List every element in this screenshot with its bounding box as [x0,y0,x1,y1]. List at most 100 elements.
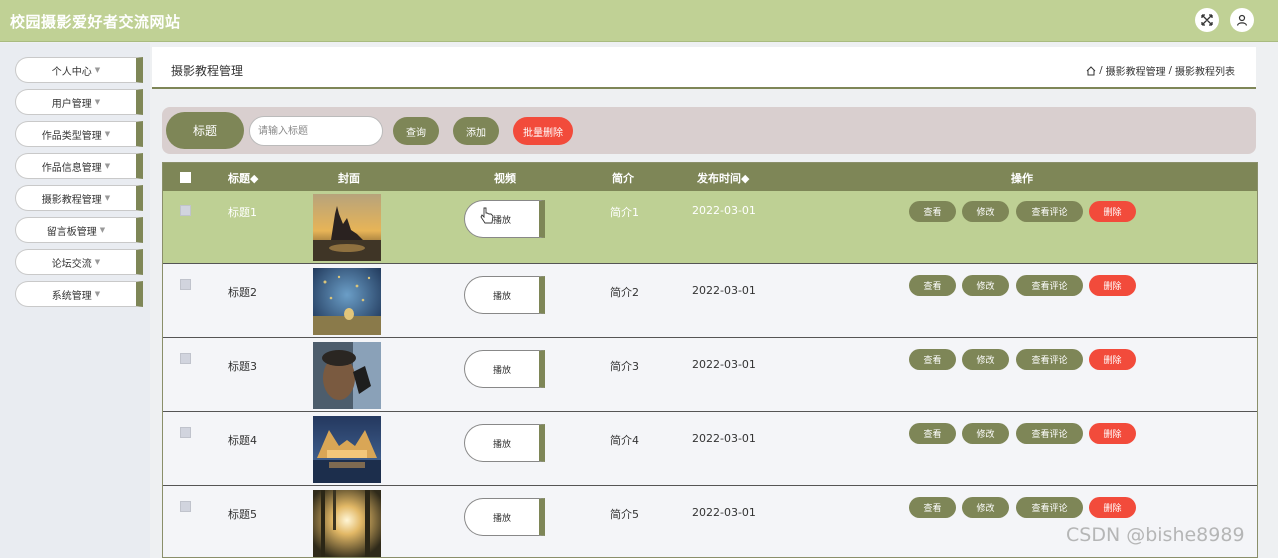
caret-down-icon: ▼ [104,194,111,202]
row-title: 标题2 [228,286,257,299]
row-title: 标题4 [228,434,257,447]
view-button[interactable]: 查看 [909,423,956,444]
caret-down-icon: ▼ [94,290,101,298]
column-date[interactable]: 发布时间◆ [697,170,749,186]
edit-button[interactable]: 修改 [962,497,1009,518]
view-comments-button[interactable]: 查看评论 [1016,497,1083,518]
delete-button[interactable]: 删除 [1089,275,1136,296]
play-button[interactable]: 播放 [464,200,545,238]
view-button[interactable]: 查看 [909,497,956,518]
sidebar-item-work-types[interactable]: 作品类型管理 ▼ [15,121,143,147]
breadcrumb-separator: / [1168,65,1172,76]
row-checkbox[interactable] [180,501,191,512]
row-checkbox[interactable] [180,427,191,438]
watermark: CSDN @bishe8989 [1066,524,1245,546]
edit-button[interactable]: 修改 [962,349,1009,370]
sidebar-item-users[interactable]: 用户管理 ▼ [15,89,143,115]
column-intro: 简介 [612,172,634,185]
search-bar: 标题 查询 添加 批量删除 [162,107,1256,154]
view-button[interactable]: 查看 [909,275,956,296]
play-button[interactable]: 播放 [464,350,545,388]
sidebar-item-label: 系统管理 [51,290,92,302]
caret-down-icon: ▼ [104,162,111,170]
search-input[interactable] [249,116,383,146]
row-date: 2022-03-01 [692,506,756,519]
edit-button[interactable]: 修改 [962,201,1009,222]
breadcrumb-item[interactable]: 摄影教程管理 [1106,63,1166,78]
view-button[interactable]: 查看 [909,349,956,370]
user-icon[interactable] [1230,8,1254,32]
sidebar-item-forum[interactable]: 论坛交流 ▼ [15,249,143,275]
hand-cursor-icon [480,207,494,224]
search-label: 标题 [166,112,244,149]
view-comments-button[interactable]: 查看评论 [1016,349,1083,370]
column-actions: 操作 [1011,172,1033,185]
row-intro: 简介3 [610,360,639,373]
table-row[interactable]: 标题5 播放 简介5 2022-03-01 查看 修改 查看评论 删除 [163,487,1257,557]
sidebar-item-personal-center[interactable]: 个人中心 ▼ [15,57,143,83]
breadcrumb-item: 摄影教程列表 [1175,67,1235,78]
sidebar-item-label: 个人中心 [51,66,92,78]
caret-down-icon: ▼ [94,66,101,74]
row-date: 2022-03-01 [692,432,756,445]
row-date: 2022-03-01 [692,358,756,371]
view-comments-button[interactable]: 查看评论 [1016,423,1083,444]
row-title: 标题3 [228,360,257,373]
cover-image[interactable] [313,416,381,483]
home-icon[interactable] [1086,65,1096,76]
batch-delete-button[interactable]: 批量删除 [513,117,573,145]
caret-down-icon: ▼ [104,130,111,138]
breadcrumb-separator: / [1099,65,1103,76]
delete-button[interactable]: 删除 [1089,497,1136,518]
sidebar-item-tutorials[interactable]: 摄影教程管理 ▼ [15,185,143,211]
cover-image[interactable] [313,342,381,409]
select-all-checkbox[interactable] [180,172,191,183]
delete-button[interactable]: 删除 [1089,423,1136,444]
table-row[interactable]: 标题3 播放 简介3 2022-03-01 查看 修改 查看评论 删除 [163,339,1257,412]
table-row[interactable]: 标题2 播放 简介2 2022-03-01 查看 修改 查看评论 删除 [163,265,1257,338]
top-bar: 校园摄影爱好者交流网站 [0,0,1278,42]
view-comments-button[interactable]: 查看评论 [1016,201,1083,222]
view-comments-button[interactable]: 查看评论 [1016,275,1083,296]
row-title: 标题5 [228,508,257,521]
sidebar-item-label: 摄影教程管理 [41,194,102,206]
column-cover: 封面 [338,172,360,185]
sidebar: 个人中心 ▼ 用户管理 ▼ 作品类型管理 ▼ 作品信息管理 ▼ 摄影教程管理 ▼ 留言板管… [0,43,150,558]
table-header: 标题◆ 封面 视频 简介 发布时间◆ 操作 [163,163,1257,191]
caret-down-icon: ▼ [94,258,101,266]
edit-button[interactable]: 修改 [962,423,1009,444]
cover-image[interactable] [313,490,381,557]
row-date: 2022-03-01 [692,204,756,217]
caret-down-icon: ▼ [99,226,106,234]
sidebar-item-message-board[interactable]: 留言板管理 ▼ [15,217,143,243]
row-checkbox[interactable] [180,205,191,216]
add-button[interactable]: 添加 [453,117,499,145]
play-button[interactable]: 播放 [464,276,545,314]
sidebar-item-label: 用户管理 [51,98,92,110]
play-button[interactable]: 播放 [464,424,545,462]
column-video: 视频 [494,172,516,185]
row-checkbox[interactable] [180,353,191,364]
breadcrumb: / 摄影教程管理 / 摄影教程列表 [1086,63,1235,78]
sidebar-item-system[interactable]: 系统管理 ▼ [15,281,143,307]
delete-button[interactable]: 删除 [1089,349,1136,370]
site-title: 校园摄影爱好者交流网站 [10,13,181,31]
delete-button[interactable]: 删除 [1089,201,1136,222]
cover-image[interactable] [313,194,381,261]
cover-image[interactable] [313,268,381,335]
tutorial-table: 标题◆ 封面 视频 简介 发布时间◆ 操作 标题1 播放 简介1 2022-03… [162,162,1258,558]
view-button[interactable]: 查看 [909,201,956,222]
fullscreen-icon[interactable] [1195,8,1219,32]
table-row[interactable]: 标题1 播放 简介1 2022-03-01 查看 修改 查看评论 删除 [163,191,1257,264]
column-title[interactable]: 标题◆ [228,170,258,186]
edit-button[interactable]: 修改 [962,275,1009,296]
row-intro: 简介1 [610,206,639,219]
sidebar-item-work-info[interactable]: 作品信息管理 ▼ [15,153,143,179]
row-intro: 简介2 [610,286,639,299]
query-button[interactable]: 查询 [393,117,439,145]
table-row[interactable]: 标题4 播放 简介4 2022-03-01 查看 修改 查看评论 删除 [163,413,1257,486]
page-header: 摄影教程管理 / 摄影教程管理 / 摄影教程列表 [152,47,1256,89]
row-checkbox[interactable] [180,279,191,290]
play-button[interactable]: 播放 [464,498,545,536]
sidebar-item-label: 作品信息管理 [41,162,102,174]
